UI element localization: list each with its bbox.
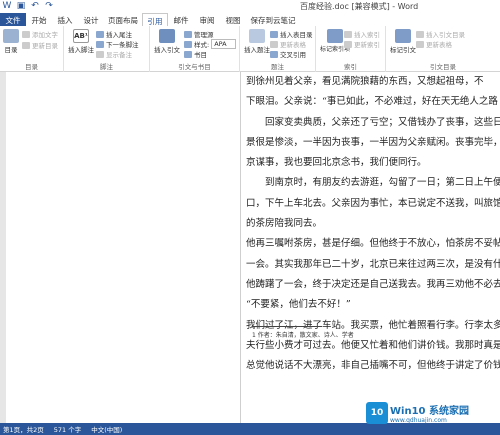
- tab-home[interactable]: 开始: [26, 13, 52, 26]
- tab-mailings[interactable]: 邮件: [168, 13, 194, 26]
- group-label-index: 索引: [344, 63, 357, 71]
- tab-references[interactable]: 引用: [142, 13, 168, 26]
- bibliography-icon: [184, 50, 192, 58]
- update-toc-icon: [22, 41, 30, 49]
- table-of-figures-icon: [270, 30, 278, 38]
- undo-icon[interactable]: ↶: [30, 1, 40, 11]
- footnote-text: 1 作者：朱自清，散文家、诗人、学者: [252, 332, 354, 339]
- bibliography-button[interactable]: 书目: [184, 49, 207, 59]
- tab-view[interactable]: 视图: [220, 13, 246, 26]
- footnote-separator: [252, 326, 322, 327]
- doc-line: 总觉他说话不大漂亮，非自己插嘴不可，但他终于讲定了价钱: [246, 360, 500, 372]
- doc-line: 他再三嘱咐茶房，甚是仔细。但他终于不放心，怕茶房不妥帖: [246, 238, 500, 250]
- add-text-button[interactable]: 添加文字: [22, 29, 58, 39]
- insert-index-icon: [344, 30, 352, 38]
- citation-style-value[interactable]: APA: [211, 39, 236, 49]
- doc-line: 下眼泪。父亲说：“事已如此，不必难过，好在天无绝人之路: [246, 96, 498, 108]
- doc-line: 到徐州见着父亲，看见满院狼藉的东西，又想起祖母，不: [246, 76, 484, 87]
- window-title: 百度经验.doc [兼容模式] - Word: [300, 2, 419, 11]
- insert-toa-icon: [416, 30, 424, 38]
- group-table-of-authorities: 标记引文 插入引文目录 更新表格 引文目录: [386, 26, 500, 72]
- redo-icon[interactable]: ↷: [44, 1, 54, 11]
- word-logo-icon: W: [2, 1, 12, 11]
- doc-line: 到南京时，有朋友约去游逛，勾留了一日；第二日上午便: [246, 177, 500, 189]
- insert-toa-button[interactable]: 插入引文目录: [416, 29, 465, 39]
- doc-line: 的茶房陪我同去。: [246, 218, 323, 230]
- status-word-count[interactable]: 571 个字: [54, 424, 81, 434]
- ribbon-tabs: 文件 开始 插入 设计 页面布局 引用 邮件 审阅 视图 保存到云笔记: [0, 13, 500, 26]
- insert-index-button[interactable]: 插入索引: [344, 29, 380, 39]
- status-language[interactable]: 中文(中国): [91, 424, 122, 434]
- update-index-icon: [344, 40, 352, 48]
- show-notes-icon: [96, 50, 104, 58]
- group-label-toc: 目录: [25, 63, 38, 71]
- add-text-icon: [22, 30, 30, 38]
- toc-button[interactable]: 目录: [3, 29, 19, 54]
- next-footnote-icon: [96, 40, 104, 48]
- update-toa-button[interactable]: 更新表格: [416, 39, 452, 49]
- manage-sources-button[interactable]: 管理源: [184, 29, 214, 39]
- group-label-table-of-authorities: 引文目录: [430, 63, 456, 71]
- doc-line: 回家变卖典质，父亲还了亏空；又借钱办了丧事，这些日: [246, 116, 500, 128]
- tab-insert[interactable]: 插入: [52, 13, 78, 26]
- mark-entry-icon: [327, 29, 343, 43]
- cross-reference-icon: [270, 50, 278, 58]
- group-label-citations: 引文与书目: [178, 63, 211, 71]
- group-citations: 插入引文 管理源 样式: APA 书目 引文与书目: [150, 26, 240, 72]
- caption-icon: [249, 29, 265, 43]
- watermark-name: Win10 系统家园: [390, 406, 469, 417]
- group-footnotes: AB¹ 插入脚注 插入尾注 下一条脚注 显示备注 脚注: [64, 26, 150, 72]
- group-index: 标记索引项 插入索引 更新索引 索引: [316, 26, 386, 72]
- doc-line: “不要紧，他们去不好！”: [246, 299, 351, 311]
- insert-citation-button[interactable]: 插入引文: [154, 29, 180, 54]
- update-table-icon: [270, 40, 278, 48]
- mark-citation-button[interactable]: 标记引文: [390, 29, 416, 54]
- tab-cloud-notes[interactable]: 保存到云笔记: [246, 13, 300, 26]
- next-footnote-button[interactable]: 下一条脚注: [96, 39, 139, 49]
- title-bar: W ▣ ↶ ↷ 百度经验.doc [兼容模式] - Word: [0, 0, 500, 13]
- page-margin-line: [240, 72, 241, 423]
- cross-reference-button[interactable]: 交叉引用: [270, 49, 306, 59]
- ribbon: 目录 添加文字 更新目录 目录 AB¹ 插入脚注 插入尾注 下一条脚注 显示备注: [0, 26, 500, 72]
- citation-style-select[interactable]: 样式: APA: [184, 39, 236, 49]
- doc-line: 京谋事，我也要回北京念书，我们便同行。: [246, 157, 427, 169]
- watermark-url: www.qdhuajin.com: [390, 417, 447, 424]
- group-label-footnotes: 脚注: [100, 63, 113, 71]
- group-captions: 插入题注 插入表目录 更新表格 交叉引用 题注: [240, 26, 316, 72]
- save-icon[interactable]: ▣: [16, 1, 26, 11]
- win10-logo-icon: 10: [366, 402, 388, 424]
- insert-endnote-button[interactable]: 插入尾注: [96, 29, 132, 39]
- group-toc: 目录 添加文字 更新目录 目录: [0, 26, 64, 72]
- quick-access-toolbar: W ▣ ↶ ↷: [2, 1, 54, 11]
- site-watermark: 10 Win10 系统家园 www.qdhuajin.com: [366, 402, 469, 424]
- group-label-captions: 题注: [271, 63, 284, 71]
- citation-icon: [159, 29, 175, 43]
- update-index-button[interactable]: 更新索引: [344, 39, 380, 49]
- toc-icon: [3, 29, 19, 43]
- footnote-icon: AB¹: [73, 29, 89, 43]
- tab-page-layout[interactable]: 页面布局: [104, 13, 142, 26]
- doc-line: 口，下午上车北去。父亲因为事忙，本已说定不送我，叫旅馆: [246, 197, 500, 209]
- document-area: 到徐州见着父亲，看见满院狼藉的东西，又想起祖母，不 下眼泪。父亲说：“事已如此，…: [0, 72, 500, 423]
- endnote-icon: [96, 30, 104, 38]
- tab-file[interactable]: 文件: [0, 13, 26, 26]
- doc-line: 景很是惨淡，一半因为丧事，一半因为父亲赋闲。丧事完毕，: [246, 136, 500, 148]
- insert-caption-button[interactable]: 插入题注: [244, 29, 270, 54]
- show-notes-button[interactable]: 显示备注: [96, 49, 132, 59]
- update-toc-button[interactable]: 更新目录: [22, 40, 58, 50]
- manage-sources-icon: [184, 30, 192, 38]
- update-toa-icon: [416, 40, 424, 48]
- insert-footnote-button[interactable]: AB¹ 插入脚注: [68, 29, 94, 54]
- mark-citation-icon: [395, 29, 411, 43]
- doc-line: 一会。其实我那年已二十岁，北京已来往过两三次，是没有什: [246, 258, 500, 270]
- tab-review[interactable]: 审阅: [194, 13, 220, 26]
- update-table-button[interactable]: 更新表格: [270, 39, 306, 49]
- tab-design[interactable]: 设计: [78, 13, 104, 26]
- doc-line: 他踌躇了一会，终于决定还是自己送我去。我再三劝他不必去: [246, 278, 500, 290]
- insert-table-of-figures-button[interactable]: 插入表目录: [270, 29, 313, 39]
- status-page-count[interactable]: 第1页，共2页: [3, 424, 44, 434]
- status-bar: 第1页，共2页 571 个字 中文(中国): [0, 423, 500, 435]
- style-icon: [184, 40, 192, 48]
